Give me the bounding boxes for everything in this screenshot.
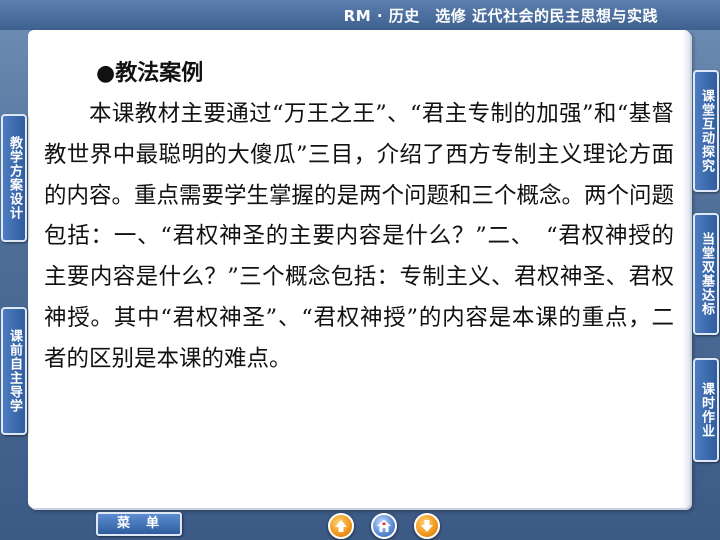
home-button[interactable]: [371, 513, 397, 539]
tab-teaching-plan-design[interactable]: 教学方案设计: [1, 114, 27, 242]
section-heading: ●教法案例: [96, 61, 204, 86]
tab-homework[interactable]: 课时作业: [693, 358, 719, 462]
content-body: ●教法案例 本课教材主要通过“万王之王”、“君主专制的加强”和“基督教世界中最聪…: [44, 54, 674, 380]
tab-classroom-interaction[interactable]: 课堂互动探究: [693, 70, 719, 192]
home-icon: [377, 519, 391, 532]
menu-button[interactable]: 菜单: [96, 512, 182, 536]
tab-in-class-basics[interactable]: 当堂双基达标: [693, 213, 719, 335]
next-button[interactable]: [414, 513, 440, 539]
content-panel: ●教法案例 本课教材主要通过“万王之王”、“君主专制的加强”和“基督教世界中最聪…: [28, 30, 690, 508]
tab-pre-class-self-study[interactable]: 课前自主导学: [1, 307, 27, 435]
previous-button[interactable]: [328, 513, 354, 539]
down-arrow-icon: [421, 520, 433, 532]
body-paragraph: 本课教材主要通过“万王之王”、“君主专制的加强”和“基督教世界中最聪明的大傻瓜”…: [44, 101, 675, 372]
up-arrow-icon: [335, 520, 347, 532]
header-title: RM · 历史 选修 近代社会的民主思想与实践: [343, 7, 658, 25]
top-bar: RM · 历史 选修 近代社会的民主思想与实践: [0, 0, 720, 30]
